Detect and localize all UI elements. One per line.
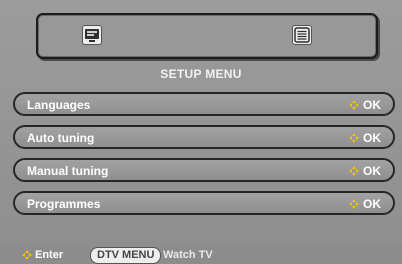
footer-bar: Enter DTV MENU Watch TV bbox=[0, 246, 402, 264]
menu-item-manual-tuning[interactable]: Manual tuning OK bbox=[13, 158, 395, 182]
menu-item-programmes[interactable]: Programmes OK bbox=[13, 191, 395, 215]
watch-tv-label: Watch TV bbox=[163, 249, 213, 261]
enter-nav-icon bbox=[22, 250, 32, 260]
nav-arrows-icon bbox=[349, 199, 359, 209]
nav-arrows-icon bbox=[349, 166, 359, 176]
menu-item-label: Languages bbox=[27, 98, 91, 112]
ok-label: OK bbox=[363, 197, 381, 211]
setup-menu-screen: SETUP MENU Languages OK Auto tuning OK M… bbox=[0, 0, 402, 264]
ok-label: OK bbox=[363, 131, 381, 145]
teletext-icon[interactable] bbox=[292, 25, 312, 45]
menu-item-label: Auto tuning bbox=[27, 131, 95, 145]
dtv-menu-button[interactable]: DTV MENU bbox=[90, 247, 162, 264]
menu-item-languages[interactable]: Languages OK bbox=[13, 92, 395, 116]
enter-label: Enter bbox=[35, 249, 64, 261]
menu-item-auto-tuning[interactable]: Auto tuning OK bbox=[13, 125, 395, 149]
ok-label: OK bbox=[363, 98, 381, 112]
nav-arrows-icon bbox=[349, 100, 359, 110]
ok-label: OK bbox=[363, 164, 381, 178]
mode-tab-bar bbox=[36, 13, 378, 59]
nav-arrows-icon bbox=[349, 133, 359, 143]
tv-icon[interactable] bbox=[82, 25, 102, 45]
menu-item-label: Manual tuning bbox=[27, 164, 109, 178]
menu-item-label: Programmes bbox=[27, 197, 101, 211]
page-title: SETUP MENU bbox=[160, 67, 242, 81]
